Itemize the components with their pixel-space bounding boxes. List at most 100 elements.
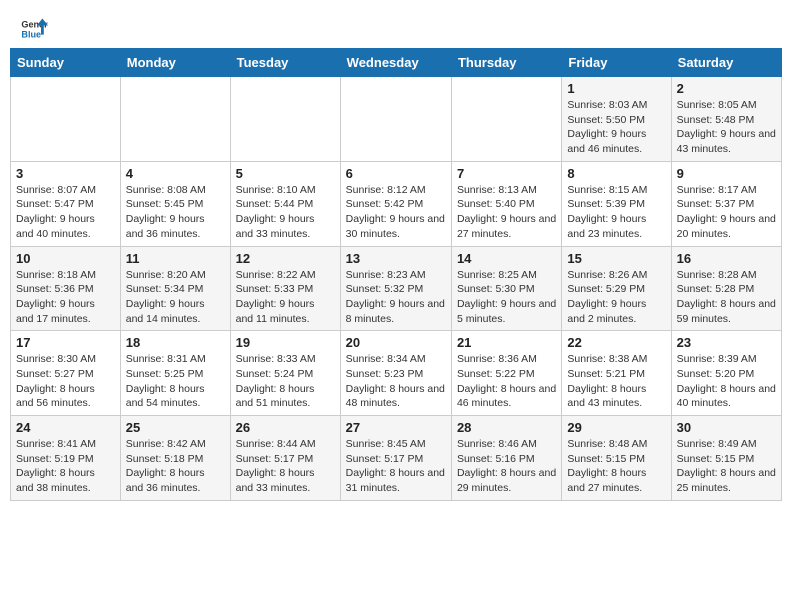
weekday-header-saturday: Saturday [671,49,781,77]
day-info: Sunrise: 8:28 AM Sunset: 5:28 PM Dayligh… [677,268,776,327]
day-info: Sunrise: 8:45 AM Sunset: 5:17 PM Dayligh… [346,437,446,496]
day-info: Sunrise: 8:42 AM Sunset: 5:18 PM Dayligh… [126,437,225,496]
day-cell: 12Sunrise: 8:22 AM Sunset: 5:33 PM Dayli… [230,246,340,331]
day-number: 28 [457,420,556,435]
day-cell: 6 Sunrise: 8:12 AM Sunset: 5:42 PM Daylig… [340,161,451,246]
day-info: Sunrise: 8:23 AM Sunset: 5:32 PM Dayligh… [346,268,446,327]
logo-icon: General Blue [20,15,48,43]
day-info: Sunrise: 8:05 AM Sunset: 5:48 PM Dayligh… [677,98,776,157]
day-cell: 30 Sunrise: 8:49 AM Sunset: 5:15 PM Dayli… [671,416,781,501]
header: General Blue [0,0,792,48]
day-info: Sunrise: 8:12 AM Sunset: 5:42 PM Dayligh… [346,183,446,242]
day-number: 13 [346,251,446,266]
day-info: Sunrise: 8:22 AM Sunset: 5:33 PM Dayligh… [236,268,335,327]
day-number: 26 [236,420,335,435]
week-row-3: 10 Sunrise: 8:18 AM Sunset: 5:36 PM Dayli… [11,246,782,331]
day-number: 9 [677,166,776,181]
day-cell: 9Sunrise: 8:17 AM Sunset: 5:37 PM Daylig… [671,161,781,246]
week-row-4: 17 Sunrise: 8:30 AM Sunset: 5:27 PM Dayli… [11,331,782,416]
day-cell: 18 Sunrise: 8:31 AM Sunset: 5:25 PM Dayli… [120,331,230,416]
day-number: 8 [567,166,665,181]
day-number: 21 [457,335,556,350]
day-cell: 21 Sunrise: 8:36 AM Sunset: 5:22 PM Dayli… [451,331,561,416]
day-cell: 11 Sunrise: 8:20 AM Sunset: 5:34 PM Dayli… [120,246,230,331]
day-number: 15 [567,251,665,266]
day-info: Sunrise: 8:03 AM Sunset: 5:50 PM Dayligh… [567,98,665,157]
day-info: Sunrise: 8:25 AM Sunset: 5:30 PM Dayligh… [457,268,556,327]
day-cell: 26 Sunrise: 8:44 AM Sunset: 5:17 PM Dayli… [230,416,340,501]
day-number: 10 [16,251,115,266]
day-number: 16 [677,251,776,266]
day-info: Sunrise: 8:26 AM Sunset: 5:29 PM Dayligh… [567,268,665,327]
day-number: 2 [677,81,776,96]
day-info: Sunrise: 8:44 AM Sunset: 5:17 PM Dayligh… [236,437,335,496]
day-info: Sunrise: 8:49 AM Sunset: 5:15 PM Dayligh… [677,437,776,496]
day-info: Sunrise: 8:46 AM Sunset: 5:16 PM Dayligh… [457,437,556,496]
day-cell: 24Sunrise: 8:41 AM Sunset: 5:19 PM Dayli… [11,416,121,501]
day-cell: 5Sunrise: 8:10 AM Sunset: 5:44 PM Daylig… [230,161,340,246]
day-info: Sunrise: 8:36 AM Sunset: 5:22 PM Dayligh… [457,352,556,411]
day-info: Sunrise: 8:31 AM Sunset: 5:25 PM Dayligh… [126,352,225,411]
day-cell: 27Sunrise: 8:45 AM Sunset: 5:17 PM Dayli… [340,416,451,501]
svg-text:Blue: Blue [21,29,41,39]
day-info: Sunrise: 8:48 AM Sunset: 5:15 PM Dayligh… [567,437,665,496]
day-cell: 16 Sunrise: 8:28 AM Sunset: 5:28 PM Dayli… [671,246,781,331]
day-info: Sunrise: 8:08 AM Sunset: 5:45 PM Dayligh… [126,183,225,242]
day-number: 30 [677,420,776,435]
day-cell: 13 Sunrise: 8:23 AM Sunset: 5:32 PM Dayli… [340,246,451,331]
day-number: 18 [126,335,225,350]
day-info: Sunrise: 8:30 AM Sunset: 5:27 PM Dayligh… [16,352,115,411]
day-info: Sunrise: 8:39 AM Sunset: 5:20 PM Dayligh… [677,352,776,411]
day-cell: 15 Sunrise: 8:26 AM Sunset: 5:29 PM Dayli… [562,246,671,331]
week-row-1: 1 Sunrise: 8:03 AM Sunset: 5:50 PM Daylig… [11,77,782,162]
logo: General Blue [20,15,48,43]
day-number: 19 [236,335,335,350]
calendar-table: SundayMondayTuesdayWednesdayThursdayFrid… [10,48,782,501]
weekday-header-sunday: Sunday [11,49,121,77]
day-cell: 4 Sunrise: 8:08 AM Sunset: 5:45 PM Daylig… [120,161,230,246]
day-info: Sunrise: 8:07 AM Sunset: 5:47 PM Dayligh… [16,183,115,242]
day-number: 11 [126,251,225,266]
day-number: 1 [567,81,665,96]
day-cell: 14 Sunrise: 8:25 AM Sunset: 5:30 PM Dayli… [451,246,561,331]
day-cell: 25 Sunrise: 8:42 AM Sunset: 5:18 PM Dayli… [120,416,230,501]
day-number: 3 [16,166,115,181]
day-number: 24 [16,420,115,435]
day-number: 22 [567,335,665,350]
day-number: 6 [346,166,446,181]
day-number: 20 [346,335,446,350]
day-number: 7 [457,166,556,181]
day-cell [451,77,561,162]
day-cell: 28 Sunrise: 8:46 AM Sunset: 5:16 PM Dayli… [451,416,561,501]
day-cell: 17 Sunrise: 8:30 AM Sunset: 5:27 PM Dayli… [11,331,121,416]
day-number: 17 [16,335,115,350]
day-cell: 7 Sunrise: 8:13 AM Sunset: 5:40 PM Daylig… [451,161,561,246]
day-cell: 3 Sunrise: 8:07 AM Sunset: 5:47 PM Daylig… [11,161,121,246]
day-cell: 10 Sunrise: 8:18 AM Sunset: 5:36 PM Dayli… [11,246,121,331]
day-info: Sunrise: 8:10 AM Sunset: 5:44 PM Dayligh… [236,183,335,242]
day-cell: 22 Sunrise: 8:38 AM Sunset: 5:21 PM Dayli… [562,331,671,416]
day-info: Sunrise: 8:33 AM Sunset: 5:24 PM Dayligh… [236,352,335,411]
day-cell [340,77,451,162]
weekday-header-tuesday: Tuesday [230,49,340,77]
day-cell [120,77,230,162]
day-info: Sunrise: 8:18 AM Sunset: 5:36 PM Dayligh… [16,268,115,327]
day-number: 4 [126,166,225,181]
day-cell: 2 Sunrise: 8:05 AM Sunset: 5:48 PM Daylig… [671,77,781,162]
week-row-2: 3 Sunrise: 8:07 AM Sunset: 5:47 PM Daylig… [11,161,782,246]
day-cell [11,77,121,162]
day-number: 14 [457,251,556,266]
day-info: Sunrise: 8:15 AM Sunset: 5:39 PM Dayligh… [567,183,665,242]
day-number: 25 [126,420,225,435]
day-cell [230,77,340,162]
week-row-5: 24Sunrise: 8:41 AM Sunset: 5:19 PM Dayli… [11,416,782,501]
day-cell: 19 Sunrise: 8:33 AM Sunset: 5:24 PM Dayli… [230,331,340,416]
weekday-header-wednesday: Wednesday [340,49,451,77]
day-cell: 20Sunrise: 8:34 AM Sunset: 5:23 PM Dayli… [340,331,451,416]
calendar-container: SundayMondayTuesdayWednesdayThursdayFrid… [0,48,792,511]
day-number: 23 [677,335,776,350]
day-info: Sunrise: 8:20 AM Sunset: 5:34 PM Dayligh… [126,268,225,327]
day-cell: 1 Sunrise: 8:03 AM Sunset: 5:50 PM Daylig… [562,77,671,162]
day-info: Sunrise: 8:38 AM Sunset: 5:21 PM Dayligh… [567,352,665,411]
day-info: Sunrise: 8:13 AM Sunset: 5:40 PM Dayligh… [457,183,556,242]
